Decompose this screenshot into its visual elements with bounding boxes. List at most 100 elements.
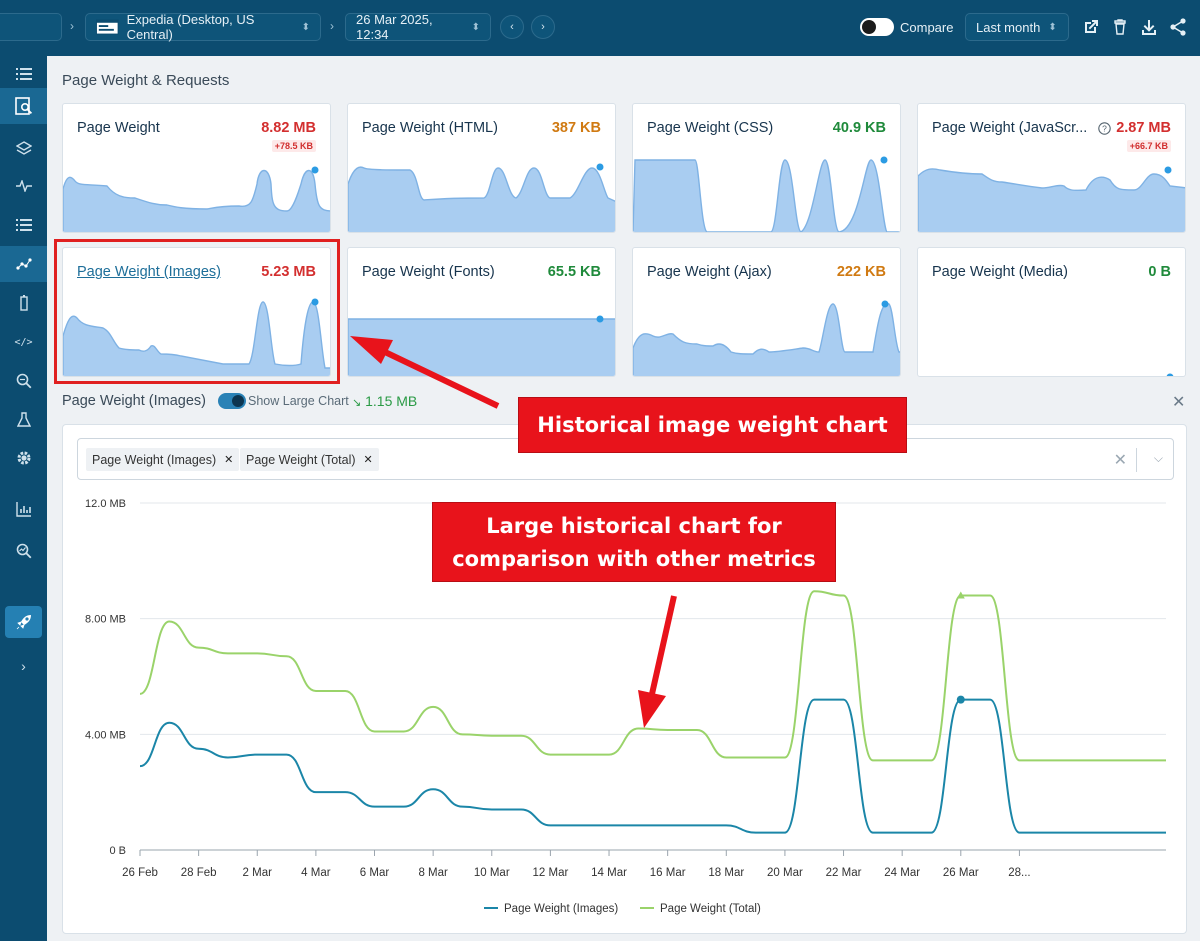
remove-chip-icon[interactable]: ✕	[224, 453, 233, 466]
sidebar-item-pulse[interactable]	[0, 168, 47, 204]
svg-text:?: ?	[1102, 124, 1107, 134]
sidebar: </> ›	[0, 56, 47, 941]
sidebar-item-reports[interactable]	[0, 491, 47, 527]
sidebar-item-list[interactable]	[0, 56, 47, 92]
card-value: 8.82 MB	[261, 120, 316, 136]
remove-chip-icon[interactable]: ✕	[364, 453, 373, 466]
section-title: Page Weight & Requests	[62, 72, 230, 89]
device-icon	[19, 295, 28, 311]
site-selector-label: Expedia (Desktop, US Central)	[126, 12, 255, 42]
highlight-box	[54, 239, 340, 384]
sidebar-item-settings[interactable]	[0, 440, 47, 476]
close-icon[interactable]: ✕	[1172, 392, 1185, 412]
sort-caret-icon: ⬍	[1048, 21, 1057, 33]
card-value: 2.87 MB	[1116, 120, 1171, 136]
card-title: Page Weight (CSS)	[647, 120, 774, 136]
metric-chip[interactable]: Page Weight (Images) ✕	[86, 448, 240, 471]
card-title: Page Weight (HTML)	[362, 120, 498, 136]
card-value: 65.5 KB	[547, 264, 601, 280]
sort-caret-icon: ⬍	[301, 21, 310, 33]
list-icon	[15, 68, 32, 80]
metric-card-ajax[interactable]: Page Weight (Ajax) 222 KB	[632, 247, 901, 377]
help-icon[interactable]: ?	[1098, 122, 1111, 135]
clear-selection-icon[interactable]: ✕	[1114, 450, 1127, 470]
annotation-callout: Historical image weight chart	[518, 397, 907, 453]
metric-card-page-weight[interactable]: Page Weight 8.82 MB +78.5 KB	[62, 103, 331, 233]
metric-card-media[interactable]: Page Weight (Media) 0 B	[917, 247, 1186, 377]
sort-caret-icon: ⬍	[471, 21, 480, 33]
layers-icon	[15, 141, 32, 155]
search-chart-icon	[16, 543, 31, 559]
sidebar-item-device[interactable]	[0, 285, 47, 321]
metric-chip-label: Page Weight (Total)	[246, 452, 356, 467]
compare-label: Compare	[900, 20, 954, 35]
next-date-button[interactable]: ›	[531, 15, 555, 39]
zoom-icon	[16, 373, 31, 389]
large-chart-toggle[interactable]	[218, 393, 246, 409]
show-large-chart-label: Show Large Chart	[248, 394, 349, 408]
date-selector[interactable]: 26 Mar 2025, 12:34 ⬍	[345, 12, 491, 42]
date-selector-label: 26 Mar 2025, 12:34	[356, 12, 433, 42]
card-value: 222 KB	[836, 264, 886, 280]
sidebar-expand-button[interactable]: ›	[0, 648, 47, 684]
card-title: Page Weight (Media)	[932, 264, 1068, 280]
sidebar-item-inspect[interactable]	[0, 363, 47, 399]
card-value: 40.9 KB	[832, 120, 886, 136]
range-selector[interactable]: Last month ⬍	[965, 13, 1069, 41]
trash-icon[interactable]	[1110, 17, 1130, 37]
sidebar-item-details[interactable]	[0, 207, 47, 243]
page-search-icon	[14, 97, 32, 115]
metric-chip[interactable]: Page Weight (Total) ✕	[240, 448, 379, 471]
flask-icon	[16, 412, 31, 427]
sidebar-item-monitor[interactable]	[0, 533, 47, 569]
download-icon[interactable]	[1139, 17, 1159, 37]
trend-value: 1.15 MB	[365, 393, 418, 409]
external-link-icon[interactable]	[1081, 17, 1101, 37]
sidebar-item-experiments[interactable]	[0, 402, 47, 438]
chevron-down-icon[interactable]: ⌵	[1154, 451, 1163, 466]
card-delta: +66.7 KB	[1126, 140, 1171, 152]
sidebar-item-page-analysis[interactable]	[0, 88, 47, 124]
metric-card-html[interactable]: Page Weight (HTML) 387 KB	[347, 103, 616, 233]
site-selector[interactable]: Expedia (Desktop, US Central) ⬍	[85, 12, 321, 42]
metric-card-javascript[interactable]: Page Weight (JavaScr... ? 2.87 MB +66.7 …	[917, 103, 1186, 233]
top-bar: › Expedia (Desktop, US Central) ⬍ › 26 M…	[0, 0, 1200, 56]
rocket-icon	[16, 615, 31, 630]
card-delta: +78.5 KB	[271, 140, 316, 152]
breadcrumb-back[interactable]	[0, 13, 62, 41]
trend-down-icon: ↘	[352, 397, 362, 409]
annotation-callout: Large historical chart for comparison wi…	[432, 502, 836, 582]
metric-chip-label: Page Weight (Images)	[92, 452, 217, 467]
metric-card-fonts[interactable]: Page Weight (Fonts) 65.5 KB	[347, 247, 616, 377]
chevron-right-icon: ›	[330, 19, 334, 33]
detail-title: Page Weight (Images)	[62, 393, 206, 409]
sidebar-item-launch[interactable]	[5, 606, 42, 638]
sidebar-item-trends[interactable]	[0, 246, 47, 282]
card-value: 387 KB	[551, 120, 601, 136]
chevron-right-icon: ›	[21, 658, 26, 674]
prev-date-button[interactable]: ‹	[500, 15, 524, 39]
range-selector-label: Last month	[976, 19, 1041, 35]
metric-card-css[interactable]: Page Weight (CSS) 40.9 KB	[632, 103, 901, 233]
card-title: Page Weight (Fonts)	[362, 264, 495, 280]
trend-dots-icon	[15, 258, 32, 270]
card-title: Page Weight (Ajax)	[647, 264, 772, 280]
code-icon: </>	[14, 336, 33, 348]
trend-indicator: ↘ 1.15 MB	[352, 393, 417, 409]
annotation-line: comparison with other metrics	[452, 547, 816, 571]
annotation-line: Large historical chart for	[486, 514, 782, 538]
large-chart-panel: Page Weight (Images) ✕ Page Weight (Total…	[62, 424, 1187, 934]
sidebar-item-code[interactable]: </>	[0, 324, 47, 360]
card-value: 0 B	[1148, 264, 1171, 280]
chevron-right-icon: ›	[70, 19, 74, 33]
card-title: Page Weight	[77, 120, 160, 136]
list-icon	[15, 219, 32, 231]
sidebar-item-layers[interactable]	[0, 130, 47, 166]
pulse-icon	[15, 180, 32, 192]
share-icon[interactable]	[1168, 17, 1188, 37]
browser-icon	[96, 19, 119, 35]
divider	[1136, 448, 1137, 472]
bar-chart-icon	[15, 502, 31, 517]
compare-toggle[interactable]	[860, 18, 894, 36]
gear-icon	[17, 451, 30, 465]
